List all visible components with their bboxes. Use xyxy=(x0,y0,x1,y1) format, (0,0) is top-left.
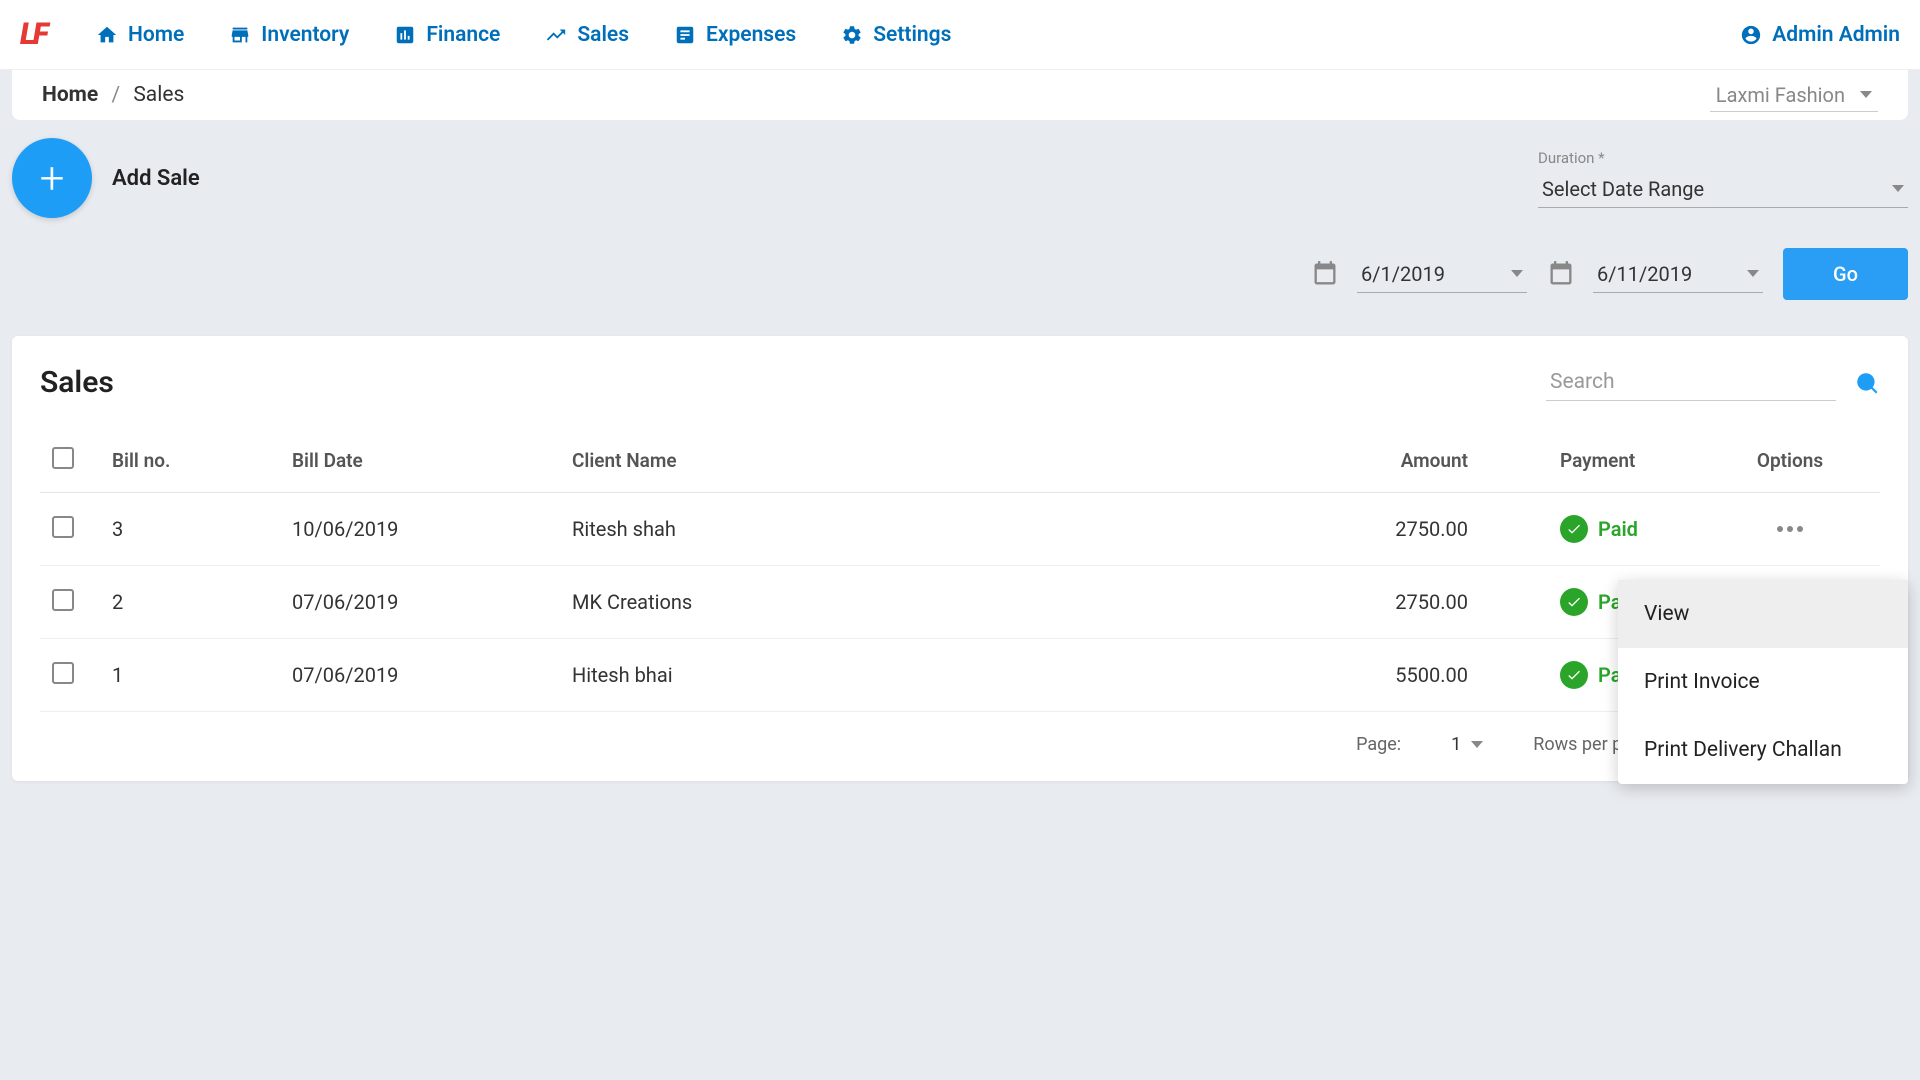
add-sale-button[interactable]: + xyxy=(12,138,92,218)
sub-bar: Home / Sales Laxmi Fashion xyxy=(12,70,1908,120)
nav-expenses[interactable]: Expenses xyxy=(674,23,796,47)
breadcrumb-current: Sales xyxy=(133,83,184,107)
filters-area: + Add Sale Duration * Select Date Range … xyxy=(0,120,1920,336)
select-all-checkbox[interactable] xyxy=(52,447,74,469)
cell-amount: 2750.00 xyxy=(1300,566,1480,639)
gear-icon xyxy=(841,24,863,46)
chevron-down-icon xyxy=(1747,270,1759,277)
store-icon xyxy=(229,24,251,46)
popup-print-invoice[interactable]: Print Invoice xyxy=(1618,648,1908,716)
table-row: 310/06/2019Ritesh shah2750.00 Paid xyxy=(40,493,1880,566)
row-checkbox[interactable] xyxy=(52,662,74,684)
cell-client: Hitesh bhai xyxy=(560,639,1300,712)
cell-bill-no: 2 xyxy=(100,566,280,639)
sales-table: Bill no. Bill Date Client Name Amount Pa… xyxy=(40,429,1880,712)
nav-label: Settings xyxy=(873,23,951,47)
nav-label: Finance xyxy=(426,23,500,47)
payment-status: Paid xyxy=(1560,515,1688,543)
cell-bill-date: 07/06/2019 xyxy=(280,639,560,712)
duration-label: Duration * xyxy=(1538,149,1908,167)
cell-amount: 5500.00 xyxy=(1300,639,1480,712)
date-to-field: 6/11/2019 xyxy=(1547,256,1763,293)
card-title: Sales xyxy=(40,365,114,400)
date-to-value: 6/11/2019 xyxy=(1597,262,1692,286)
logo: LF xyxy=(20,17,56,53)
check-icon xyxy=(1560,588,1588,616)
table-row: 107/06/2019Hitesh bhai5500.00Paid xyxy=(40,639,1880,712)
chevron-down-icon xyxy=(1471,741,1483,748)
popup-view[interactable]: View xyxy=(1618,580,1908,648)
cell-bill-date: 10/06/2019 xyxy=(280,493,560,566)
breadcrumb-home[interactable]: Home xyxy=(42,83,98,107)
duration-value: Select Date Range xyxy=(1542,177,1704,201)
nav-label: Sales xyxy=(577,23,629,47)
receipt-icon xyxy=(674,24,696,46)
plus-icon: + xyxy=(40,156,65,200)
home-icon xyxy=(96,24,118,46)
cell-client: MK Creations xyxy=(560,566,1300,639)
duration-select[interactable]: Select Date Range xyxy=(1538,171,1908,208)
nav-inventory[interactable]: Inventory xyxy=(229,23,349,47)
nav-home[interactable]: Home xyxy=(96,23,184,47)
chevron-down-icon xyxy=(1511,270,1523,277)
table-row: 207/06/2019MK Creations2750.00Paid xyxy=(40,566,1880,639)
chevron-down-icon xyxy=(1892,185,1904,192)
col-payment: Payment xyxy=(1480,429,1700,493)
page-label: Page: xyxy=(1356,734,1401,755)
org-name: Laxmi Fashion xyxy=(1716,83,1845,107)
date-from-input[interactable]: 6/1/2019 xyxy=(1357,256,1527,293)
options-button[interactable] xyxy=(1712,526,1868,532)
date-from-field: 6/1/2019 xyxy=(1311,256,1527,293)
nav-label: Expenses xyxy=(706,23,796,47)
go-button[interactable]: Go xyxy=(1783,248,1908,300)
org-selector[interactable]: Laxmi Fashion xyxy=(1710,79,1878,112)
user-name: Admin Admin xyxy=(1772,23,1900,47)
col-bill-date: Bill Date xyxy=(280,429,560,493)
calendar-icon xyxy=(1547,260,1575,288)
chart-icon xyxy=(394,24,416,46)
row-checkbox[interactable] xyxy=(52,589,74,611)
date-from-value: 6/1/2019 xyxy=(1361,262,1445,286)
user-icon xyxy=(1740,24,1762,46)
duration-field: Duration * Select Date Range xyxy=(1538,149,1908,208)
breadcrumb-sep: / xyxy=(111,83,120,107)
date-to-input[interactable]: 6/11/2019 xyxy=(1593,256,1763,293)
add-sale: + Add Sale xyxy=(12,138,200,218)
add-sale-label: Add Sale xyxy=(112,166,200,191)
cell-amount: 2750.00 xyxy=(1300,493,1480,566)
col-bill-no: Bill no. xyxy=(100,429,280,493)
user-menu[interactable]: Admin Admin xyxy=(1740,23,1900,47)
chevron-down-icon xyxy=(1860,91,1872,98)
pagination: Page: 1 Rows per page: 10 1 - 3 of 3 xyxy=(40,712,1880,761)
cell-bill-no: 3 xyxy=(100,493,280,566)
check-icon xyxy=(1560,515,1588,543)
row-checkbox[interactable] xyxy=(52,516,74,538)
search-icon[interactable] xyxy=(1854,370,1880,396)
nav-settings[interactable]: Settings xyxy=(841,23,951,47)
options-popup: View Print Invoice Print Delivery Challa… xyxy=(1618,580,1908,784)
trend-icon xyxy=(545,24,567,46)
nav-sales[interactable]: Sales xyxy=(545,23,629,47)
nav-label: Inventory xyxy=(261,23,349,47)
nav-menu: Home Inventory Finance Sales Expenses Se… xyxy=(96,23,1740,47)
cell-client: Ritesh shah xyxy=(560,493,1300,566)
top-navbar: LF Home Inventory Finance Sales Expenses… xyxy=(0,0,1920,70)
sales-card: Sales Bill no. Bill Date Client Name Amo… xyxy=(12,336,1908,781)
popup-print-challan[interactable]: Print Delivery Challan xyxy=(1618,716,1908,784)
breadcrumb: Home / Sales xyxy=(42,83,184,107)
col-client: Client Name xyxy=(560,429,1300,493)
calendar-icon xyxy=(1311,260,1339,288)
page-select[interactable]: 1 xyxy=(1451,734,1483,755)
search-input[interactable] xyxy=(1546,364,1836,401)
cell-bill-no: 1 xyxy=(100,639,280,712)
check-icon xyxy=(1560,661,1588,689)
col-amount: Amount xyxy=(1300,429,1480,493)
nav-label: Home xyxy=(128,23,184,47)
col-options: Options xyxy=(1700,429,1880,493)
page-value: 1 xyxy=(1451,734,1461,755)
nav-finance[interactable]: Finance xyxy=(394,23,500,47)
cell-bill-date: 07/06/2019 xyxy=(280,566,560,639)
